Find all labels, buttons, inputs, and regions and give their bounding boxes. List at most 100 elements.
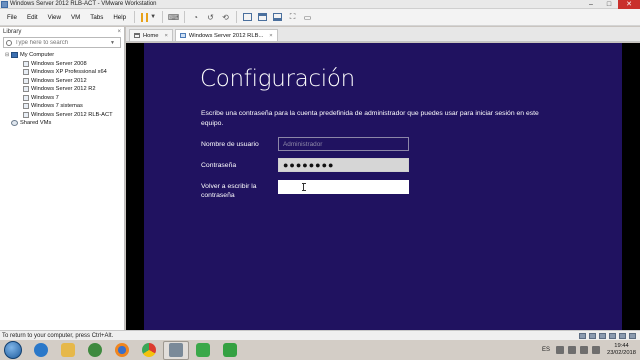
volume-icon[interactable]: [591, 346, 600, 354]
taskbar-file-explorer[interactable]: [55, 341, 81, 360]
tree-node-vm[interactable]: Windows XP Professional x64: [5, 68, 124, 77]
computer-icon: [11, 52, 18, 59]
tree-node-vm[interactable]: Windows 7 sistemas: [5, 102, 124, 111]
tab-vm[interactable]: Windows Server 2012 RLB... ×: [174, 29, 278, 41]
confirm-password-field[interactable]: [278, 180, 409, 194]
vmware-app-icon: [1, 0, 8, 8]
console-view-button[interactable]: [270, 11, 285, 24]
console-view-icon: [273, 13, 283, 21]
taskbar-camtasia[interactable]: [190, 341, 216, 360]
system-clock[interactable]: 19:44 23/02/2018: [607, 343, 636, 357]
cd-drive-icon[interactable]: [589, 332, 596, 339]
thumbnail-bar-button[interactable]: [255, 11, 270, 24]
camtasia-recorder-icon: [223, 343, 237, 357]
suspend-button[interactable]: ▼: [138, 12, 159, 22]
vm-icon: [23, 86, 29, 93]
taskbar-firefox[interactable]: [109, 341, 135, 360]
thumbnail-view-icon: [258, 13, 268, 21]
menubar: File Edit View VM Tabs Help ▼ ⌨ ◔ ↺ ⟲ ⛶ …: [0, 9, 640, 26]
tab-label: Home: [143, 32, 159, 39]
network-icon[interactable]: [579, 346, 588, 354]
taskbar-media-player[interactable]: [82, 341, 108, 360]
close-library-icon[interactable]: ×: [117, 29, 121, 35]
menu-view[interactable]: View: [43, 9, 66, 26]
menu-tabs[interactable]: Tabs: [85, 9, 108, 26]
release-input-hint: To return to your computer, press Ctrl+A…: [2, 332, 114, 339]
tree-node-label: My Computer: [20, 52, 55, 59]
clock-icon: ◔: [193, 12, 198, 22]
taskbar-vmware-workstation[interactable]: [163, 340, 189, 360]
firefox-icon: [115, 343, 129, 357]
menu-help[interactable]: Help: [108, 9, 131, 26]
library-panel: Library × ▼ ⊟ My Computer Windows Server…: [0, 27, 125, 330]
tree-node-vm[interactable]: Windows 7: [5, 94, 124, 103]
menu-vm[interactable]: VM: [66, 9, 85, 26]
tab-home[interactable]: Home ×: [129, 29, 173, 41]
tree-node-label: Windows Server 2012: [31, 77, 87, 84]
guest-oobe-screen: Configuración Escribe una contraseña par…: [144, 43, 622, 330]
clock-time: 19:44: [614, 343, 629, 349]
statusbar: To return to your computer, press Ctrl+A…: [0, 330, 640, 340]
toolbar-separator: [134, 11, 136, 23]
close-tab-icon[interactable]: ×: [269, 33, 272, 39]
library-search-input[interactable]: [15, 39, 110, 46]
tree-node-label: Windows Server 2012 RLB-ACT: [31, 111, 113, 118]
shared-vms-icon: [11, 120, 18, 127]
unity-icon: ▭: [303, 12, 312, 22]
pause-icon: [141, 12, 149, 22]
maximize-button[interactable]: □: [600, 0, 618, 9]
display-icon[interactable]: [629, 332, 636, 339]
minimize-button[interactable]: –: [582, 0, 600, 9]
taskbar-camtasia-recorder[interactable]: [217, 341, 243, 360]
action-center-icon[interactable]: [567, 346, 576, 354]
taskbar-internet-explorer[interactable]: [28, 341, 54, 360]
toolbar-separator: [162, 11, 164, 23]
chrome-icon: [142, 343, 156, 357]
close-button[interactable]: ✕: [618, 0, 640, 9]
usb-icon[interactable]: [609, 332, 616, 339]
sound-card-icon[interactable]: [619, 332, 626, 339]
vm-icon: [23, 69, 29, 76]
show-hidden-icons-icon[interactable]: [555, 346, 564, 354]
keyboard-icon: ⌨: [167, 12, 180, 22]
chevron-down-icon[interactable]: ▼: [110, 40, 115, 46]
tree-node-label: Windows XP Professional x64: [31, 69, 107, 76]
language-indicator[interactable]: ES: [542, 347, 550, 353]
tab-label: Windows Server 2012 RLB...: [188, 32, 264, 39]
vm-running-icon: [23, 111, 29, 118]
tree-node-shared-vms[interactable]: Shared VMs: [5, 119, 124, 128]
username-field[interactable]: [278, 137, 409, 151]
tree-node-vm[interactable]: Windows Server 2008: [5, 60, 124, 69]
network-adapter-icon[interactable]: [599, 332, 606, 339]
tree-node-label: Windows Server 2012 R2: [31, 86, 96, 93]
hard-disk-icon[interactable]: [579, 332, 586, 339]
fullscreen-button[interactable]: ⛶: [285, 11, 300, 24]
tree-node-vm[interactable]: Windows Server 2012 R2: [5, 85, 124, 94]
snapshot-button[interactable]: ◔: [188, 11, 203, 24]
revert-snapshot-button[interactable]: ↺: [203, 11, 218, 24]
tree-node-vm[interactable]: Windows Server 2012: [5, 77, 124, 86]
tree-node-my-computer[interactable]: ⊟ My Computer: [5, 51, 124, 60]
password-field[interactable]: [278, 158, 409, 172]
tree-node-vm-selected[interactable]: Windows Server 2012 RLB-ACT: [5, 111, 124, 120]
start-button[interactable]: [4, 341, 22, 359]
close-tab-icon[interactable]: ×: [164, 33, 167, 39]
clock-date: 23/02/2018: [606, 350, 636, 356]
tree-node-label: Windows 7 sistemas: [31, 103, 83, 110]
show-library-button[interactable]: [240, 11, 255, 24]
snapshot-manager-button[interactable]: ⟲: [218, 11, 233, 24]
home-icon: [134, 33, 140, 38]
menu-file[interactable]: File: [2, 9, 22, 26]
windows-taskbar: ES 19:44 23/02/2018: [0, 340, 640, 360]
revert-icon: ↺: [207, 12, 214, 22]
menu-edit[interactable]: Edit: [22, 9, 43, 26]
password-label: Contraseña: [201, 162, 237, 169]
send-ctrl-alt-del-button[interactable]: ⌨: [166, 11, 181, 24]
vm-console[interactable]: Configuración Escribe una contraseña par…: [126, 43, 640, 330]
confirm-password-label: Volver a escribir la contraseña: [201, 183, 257, 199]
unity-button[interactable]: ▭: [300, 11, 315, 24]
taskbar-chrome[interactable]: [136, 341, 162, 360]
page-title: Configuración: [200, 66, 355, 92]
library-header: Library ×: [0, 27, 124, 36]
tree-node-label: Shared VMs: [20, 120, 52, 127]
